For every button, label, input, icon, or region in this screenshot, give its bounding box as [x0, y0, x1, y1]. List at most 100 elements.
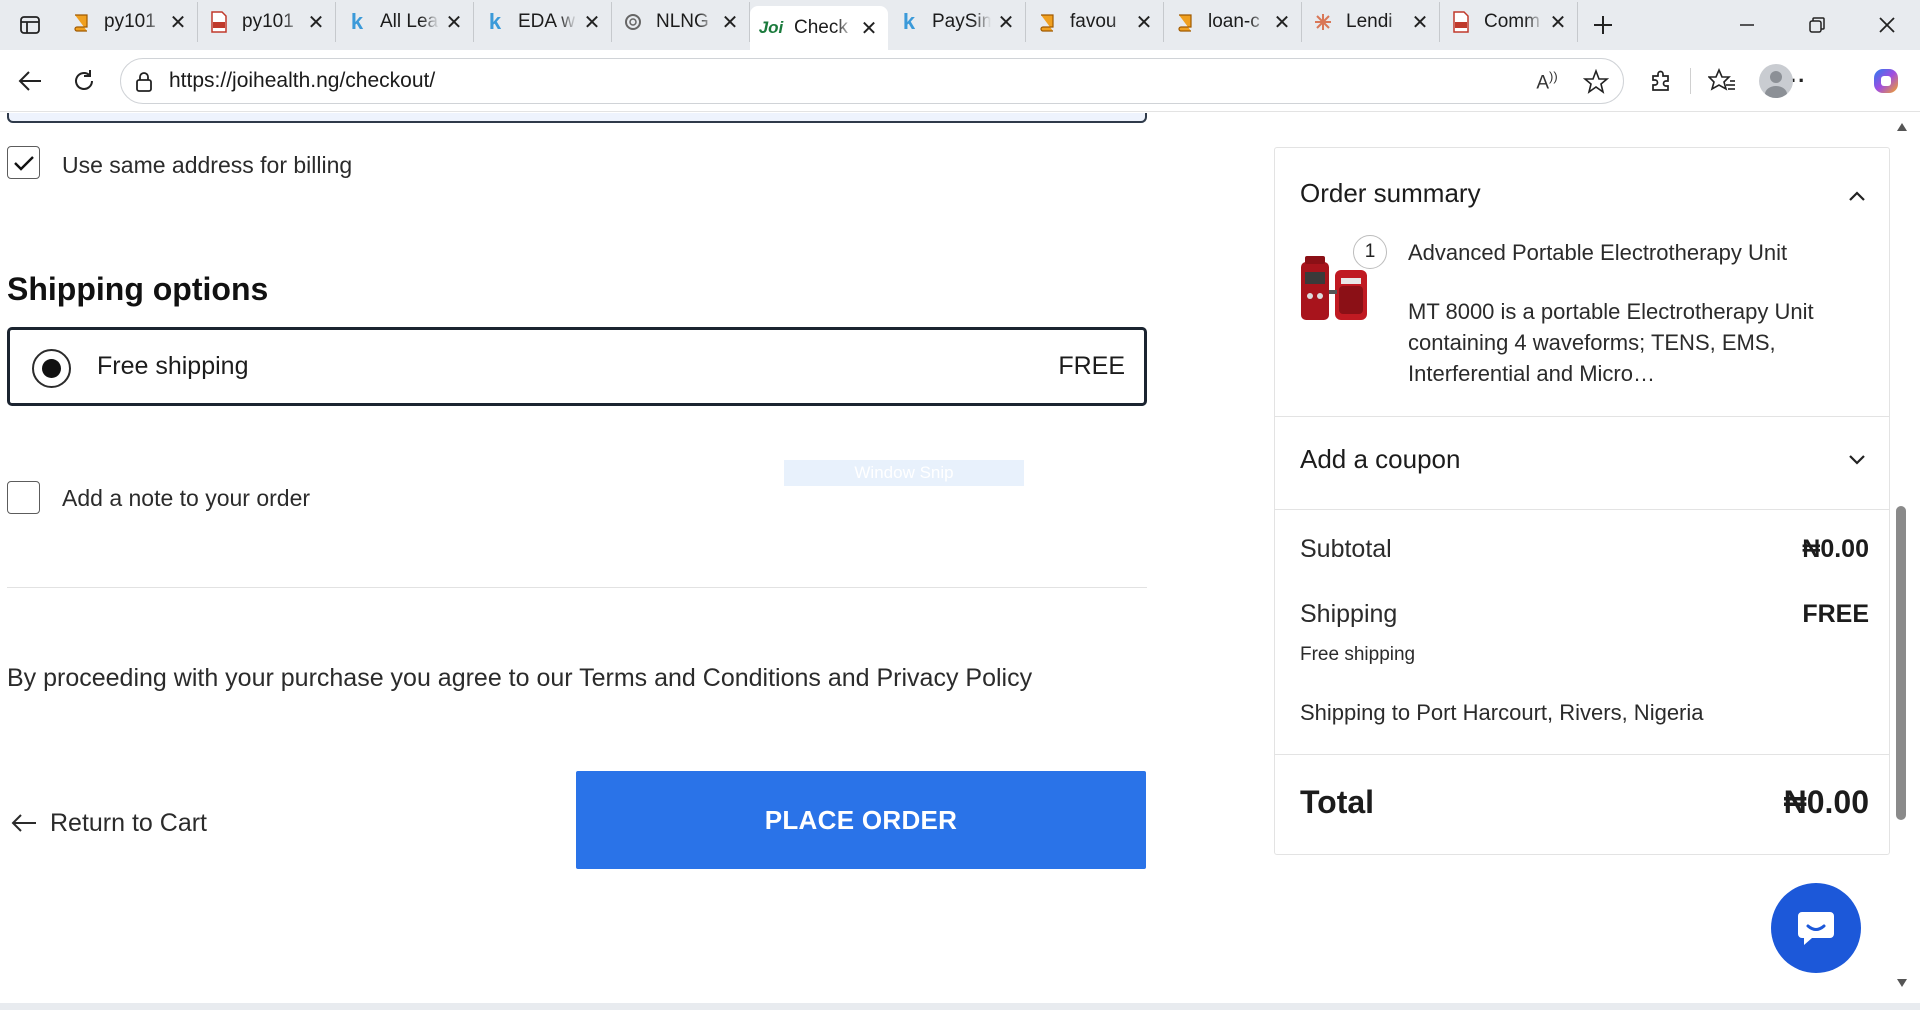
tab-label: py101: [242, 11, 294, 32]
read-aloud-button[interactable]: A)): [1533, 68, 1561, 96]
tab-close-icon[interactable]: ✕: [721, 12, 739, 34]
pdf-icon: [208, 11, 230, 33]
restore-icon: [1809, 17, 1825, 33]
user-icon: [1765, 71, 1787, 98]
star-icon: [1583, 69, 1609, 94]
browser-tab[interactable]: k PaySim ✕: [888, 2, 1026, 42]
browser-toolbar: https://joihealth.ng/checkout/ A)) ···: [0, 50, 1920, 112]
browser-tab[interactable]: k EDA w ✕: [474, 2, 612, 42]
tab-label: Lendi: [1346, 11, 1393, 32]
k-icon: k: [902, 9, 916, 34]
add-coupon-toggle[interactable]: Add a coupon: [1300, 444, 1460, 475]
minimize-button[interactable]: [1712, 0, 1782, 50]
subtotal-value: ₦0.00: [1802, 535, 1869, 563]
refresh-icon: [75, 70, 93, 90]
tab-close-icon[interactable]: ✕: [169, 12, 187, 34]
browser-tab[interactable]: py101 ✕: [198, 2, 336, 42]
scrollbar-thumb[interactable]: [1896, 506, 1906, 820]
product-description: MT 8000 is a portable Electrotherapy Uni…: [1408, 299, 1814, 386]
joi-icon: Joi: [758, 18, 784, 37]
scroll-up-button[interactable]: [1893, 118, 1911, 136]
tab-close-icon[interactable]: ✕: [445, 12, 463, 34]
tab-close-icon[interactable]: ✕: [1273, 12, 1291, 34]
tab-close-icon[interactable]: ✕: [1411, 12, 1429, 34]
tab-close-icon[interactable]: ✕: [1135, 12, 1153, 34]
summary-separator: [1275, 509, 1889, 510]
copilot-button[interactable]: [1866, 61, 1906, 101]
coupon-expand-button[interactable]: [1843, 446, 1871, 474]
refresh-button[interactable]: [64, 61, 104, 101]
browser-tab[interactable]: py101 ✕: [60, 2, 198, 42]
openai-icon: [622, 11, 644, 33]
browser-tab[interactable]: Comm ✕: [1440, 2, 1578, 42]
shipping-option-free[interactable]: Free shipping FREE: [7, 327, 1147, 406]
tab-label: All Lea: [380, 11, 439, 32]
product-name: Advanced Portable Electrotherapy Unit: [1408, 240, 1788, 265]
favorite-star-button[interactable]: [1581, 67, 1611, 97]
return-to-cart-label[interactable]: Return to Cart: [50, 809, 207, 838]
tab-active[interactable]: Joi Check ✕: [750, 6, 888, 50]
close-window-button[interactable]: [1852, 0, 1920, 50]
browser-tab[interactable]: Lendi ✕: [1302, 2, 1440, 42]
url-text[interactable]: https://joihealth.ng/checkout/: [169, 69, 435, 93]
same-billing-label[interactable]: Use same address for billing: [62, 152, 352, 179]
subtotal-label: Subtotal: [1300, 535, 1392, 563]
summary-separator: [1275, 416, 1889, 417]
triangle-up-icon: [1897, 123, 1907, 131]
summary-separator: [1275, 754, 1889, 755]
book-icon: [1174, 11, 1196, 33]
order-note-checkbox[interactable]: [7, 481, 40, 514]
checkmark-icon: [13, 155, 34, 171]
browser-tab[interactable]: loan-c ✕: [1164, 2, 1302, 42]
shipping-options-title: Shipping options: [7, 271, 269, 307]
tab-close-icon[interactable]: ✕: [307, 12, 325, 34]
tab-close-icon[interactable]: ✕: [997, 12, 1015, 34]
close-icon: [1879, 17, 1895, 33]
browser-tab-bar: py101 ✕ py101 ✕ k All Lea ✕ k EDA w ✕ NLNG ✕ Joi Chec…: [0, 0, 1920, 50]
place-order-button[interactable]: PLACE ORDER: [576, 771, 1146, 869]
window-snip-overlay: Window Snip: [784, 460, 1024, 486]
same-billing-checkbox[interactable]: [7, 146, 40, 179]
tab-actions-button[interactable]: [0, 0, 60, 50]
shipping-radio[interactable]: [32, 349, 71, 388]
minimize-icon: [1740, 24, 1754, 26]
chat-widget-button[interactable]: [1771, 883, 1861, 973]
tab-label: favou: [1070, 11, 1117, 32]
k-icon: k: [488, 9, 502, 34]
checkout-page: Use same address for billing Shipping op…: [0, 113, 1920, 1003]
shipping-destination: Shipping to Port Harcourt, Rivers, Niger…: [1300, 700, 1704, 725]
extensions-button[interactable]: [1641, 61, 1681, 101]
pdf-icon: [1450, 11, 1472, 33]
scroll-down-button[interactable]: [1893, 974, 1911, 992]
radio-selected-dot: [42, 359, 61, 378]
favorites-button[interactable]: [1702, 61, 1742, 101]
browser-tab[interactable]: favou ✕: [1026, 2, 1164, 42]
order-note-label[interactable]: Add a note to your order: [62, 485, 310, 512]
read-aloud-icon: A)): [1536, 69, 1558, 94]
tab-label: EDA w: [518, 11, 576, 32]
favorites-list-icon: [1708, 68, 1735, 91]
copilot-icon: [1874, 69, 1898, 93]
order-summary-title[interactable]: Order summary: [1300, 178, 1481, 209]
browser-tab[interactable]: NLNG ✕: [612, 2, 750, 42]
address-field-edge[interactable]: [7, 113, 1147, 123]
back-button[interactable]: [10, 61, 50, 101]
window-bottom-edge: [0, 1003, 1920, 1010]
collapse-summary-button[interactable]: [1843, 182, 1871, 210]
tab-close-icon[interactable]: ✕: [860, 18, 878, 40]
claude-icon: [1312, 11, 1334, 33]
chevron-up-icon: [1849, 191, 1865, 201]
divider: [7, 587, 1147, 588]
tab-close-icon[interactable]: ✕: [1549, 12, 1567, 34]
lock-icon[interactable]: [135, 71, 153, 93]
restore-button[interactable]: [1782, 0, 1852, 50]
profile-avatar[interactable]: [1759, 64, 1793, 98]
triangle-down-icon: [1897, 979, 1907, 987]
chevron-down-icon: [1849, 455, 1865, 465]
new-tab-button[interactable]: [1578, 0, 1628, 50]
browser-tab[interactable]: k All Lea ✕: [336, 2, 474, 42]
address-bar[interactable]: https://joihealth.ng/checkout/ A)): [120, 58, 1624, 104]
shipping-method: Free shipping: [1300, 644, 1416, 665]
return-to-cart-link[interactable]: Return to Cart: [10, 803, 207, 843]
tab-close-icon[interactable]: ✕: [583, 12, 601, 34]
